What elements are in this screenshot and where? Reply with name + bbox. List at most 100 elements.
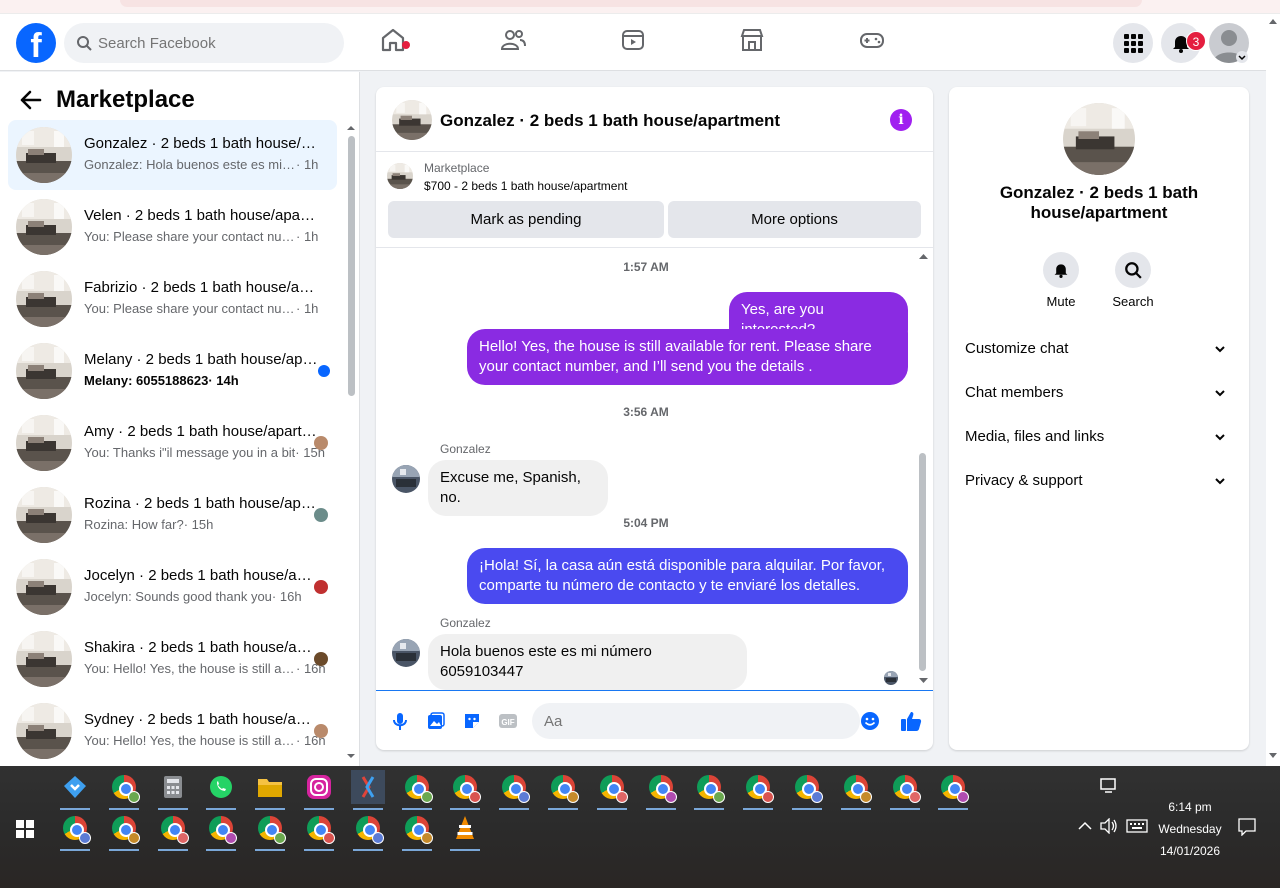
conversation-avatar [16,343,72,399]
friends-icon[interactable] [499,26,529,56]
chevron-down-icon [1215,390,1225,397]
conversation-avatar [16,415,72,471]
conversation-list-scrollbar[interactable] [347,124,355,760]
search-input[interactable] [98,34,318,52]
chrome-taskbar-icon[interactable] [107,811,141,851]
listing-thumbnail[interactable] [387,163,413,189]
mark-as-pending-button[interactable]: Mark as pending [388,201,664,238]
chrome-taskbar-icon[interactable] [888,770,922,810]
notification-center-icon[interactable] [1238,818,1256,836]
chat-title[interactable]: Gonzalez · 2 beds 1 bath house/apartment [440,111,780,131]
listing-price-title[interactable]: $700 - 2 beds 1 bath house/apartment [424,179,627,193]
account-chevron-icon[interactable] [1236,51,1248,63]
chrome-taskbar-icon[interactable] [839,770,873,810]
chrome-taskbar-icon[interactable] [497,770,531,810]
conversation-item[interactable]: Gonzalez · 2 beds 1 bath house/apartment… [8,120,337,190]
chrome-taskbar-icon[interactable] [790,770,824,810]
conversation-item[interactable]: Sydney · 2 beds 1 bath house/apartment Yo… [8,696,337,766]
section-label: Chat members [965,384,1064,401]
back-arrow-icon[interactable] [20,90,42,110]
page-scrollbar[interactable] [1266,14,1280,766]
chrome-taskbar-icon[interactable] [400,770,434,810]
chrome-taskbar-icon[interactable] [741,770,775,810]
windows-start-icon[interactable] [16,820,34,838]
chevron-down-icon [1215,346,1225,353]
incoming-message[interactable]: Excuse me, Spanish, no. [428,460,608,516]
chrome-taskbar-icon[interactable] [58,811,92,851]
menu-grid-button[interactable] [1113,23,1153,63]
mute-action[interactable]: Mute [1031,252,1091,309]
whatsapp-taskbar-icon[interactable] [204,770,238,810]
photo-icon[interactable] [426,711,446,731]
chrome-taskbar-icon[interactable] [253,811,287,851]
network-icon[interactable] [1100,778,1118,794]
screen-app-taskbar-icon[interactable] [350,770,385,810]
chrome-taskbar-icon[interactable] [595,770,629,810]
search-box[interactable] [64,23,344,63]
chat-avatar[interactable] [392,100,432,140]
conversation-name: Gonzalez · 2 beds 1 bath house/apartment [84,135,319,152]
chrome-taskbar-icon[interactable] [644,770,678,810]
conversation-item[interactable]: Shakira · 2 beds 1 bath house/apartment Y… [8,624,337,694]
chrome-taskbar-icon[interactable] [400,811,434,851]
sender-avatar[interactable] [392,465,420,493]
chrome-taskbar-icon[interactable] [692,770,726,810]
more-options-button[interactable]: More options [668,201,921,238]
system-clock[interactable]: 6:14 pm Wednesday 14/01/2026 [1150,796,1230,862]
marketplace-icon[interactable] [738,26,768,56]
seen-indicator-avatar [884,671,898,685]
chrome-blue-taskbar-icon[interactable] [107,770,141,810]
info-icon[interactable]: i [890,109,912,131]
outgoing-message[interactable]: Hello! Yes, the house is still available… [467,329,908,385]
outgoing-message[interactable]: ¡Hola! Sí, la casa aún está disponible p… [467,548,908,604]
media-files-links-section[interactable]: Media, files and links [965,428,1233,452]
chrome-taskbar-icon[interactable] [351,811,385,851]
chat-scrollbar[interactable] [918,253,928,683]
sender-avatar[interactable] [392,639,420,667]
instagram-taskbar-icon[interactable] [302,770,336,810]
microphone-icon[interactable] [390,711,410,731]
thumbs-up-icon[interactable] [900,710,922,732]
emoji-icon[interactable] [860,711,880,731]
chrome-taskbar-icon[interactable] [156,811,190,851]
conversation-item[interactable]: Melany · 2 beds 1 bath house/apartment Me… [8,336,337,406]
file-explorer-taskbar-icon[interactable] [253,770,287,810]
chat-window: Gonzalez · 2 beds 1 bath house/apartment… [376,87,933,750]
conversation-item[interactable]: Amy · 2 beds 1 bath house/apartment You: … [8,408,337,478]
chrome-taskbar-icon[interactable] [448,770,482,810]
conversation-name: Fabrizio · 2 beds 1 bath house/apartment [84,279,319,296]
search-action[interactable]: Search [1103,252,1163,309]
sticker-icon[interactable] [462,711,482,731]
chrome-taskbar-icon[interactable] [302,811,336,851]
vlc-taskbar-icon[interactable] [448,811,482,851]
timestamp: 3:56 AM [623,405,669,419]
conversation-item[interactable]: Velen · 2 beds 1 bath house/apartment You… [8,192,337,262]
incoming-message[interactable]: Hola buenos este es mi número 6059103447 [428,634,747,690]
conversation-item[interactable]: Fabrizio · 2 beds 1 bath house/apartment… [8,264,337,334]
calculator-taskbar-icon[interactable] [156,770,190,810]
conversation-avatar [16,703,72,759]
conversation-name: Jocelyn · 2 beds 1 bath house/apartment [84,567,319,584]
keyboard-icon[interactable] [1126,819,1148,833]
conversation-name: Shakira · 2 beds 1 bath house/apartment [84,639,319,656]
download-app-taskbar-icon[interactable] [58,770,92,810]
clock-day: Wednesday [1158,822,1222,836]
message-input[interactable] [532,703,860,739]
chrome-taskbar-icon[interactable] [546,770,580,810]
chat-members-section[interactable]: Chat members [965,384,1233,408]
chrome-taskbar-icon[interactable] [204,811,238,851]
snippet-text: You: Please share your contact number [84,301,296,316]
details-avatar[interactable] [1063,103,1135,175]
conversation-item[interactable]: Jocelyn · 2 beds 1 bath house/apartment J… [8,552,337,622]
chevron-up-icon[interactable] [1078,821,1092,831]
watch-icon[interactable] [619,26,649,56]
gaming-icon[interactable] [858,26,888,56]
gif-icon[interactable]: GIF [498,711,518,731]
customize-chat-section[interactable]: Customize chat [965,340,1233,364]
privacy-support-section[interactable]: Privacy & support [965,472,1233,496]
volume-icon[interactable] [1100,818,1118,834]
conversation-item[interactable]: Rozina · 2 beds 1 bath house/apartment Ro… [8,480,337,550]
facebook-logo-icon[interactable]: f [16,23,56,63]
chrome-taskbar-icon[interactable] [936,770,970,810]
page-title: Marketplace [56,86,195,113]
